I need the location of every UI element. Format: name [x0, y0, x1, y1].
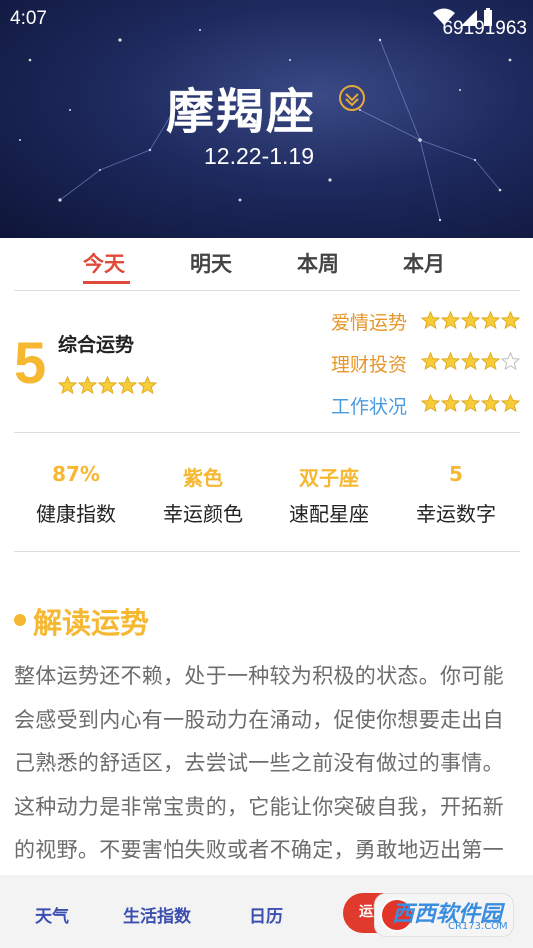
overall-stars: [58, 376, 157, 395]
watermark-subtext: CR173.COM: [448, 921, 508, 932]
status-time: 4:07: [10, 8, 47, 29]
star-filled-icon: [98, 376, 117, 395]
star-filled-icon: [441, 311, 460, 330]
star-filled-icon: [421, 394, 440, 413]
star-filled-icon: [501, 311, 520, 330]
active-tab-indicator: [83, 281, 130, 284]
zodiac-sign-title[interactable]: 摩羯座: [166, 72, 316, 142]
match-sign-value: 双子座: [299, 466, 359, 490]
work-fortune-label: 工作状况: [331, 396, 408, 418]
star-filled-icon: [441, 394, 460, 413]
star-filled-icon: [441, 352, 460, 371]
star-filled-icon: [421, 311, 440, 330]
finance-fortune-stars: [421, 352, 520, 371]
finance-fortune-label: 理财投资: [331, 354, 408, 376]
nav-calendar[interactable]: 日历: [249, 902, 283, 927]
star-filled-icon: [461, 352, 480, 371]
status-bar: 4:07 69191963: [0, 0, 533, 44]
star-filled-icon: [138, 376, 157, 395]
overall-label: 综合运势: [58, 334, 135, 356]
star-filled-icon: [501, 394, 520, 413]
section-bullet-icon: [14, 614, 26, 626]
star-filled-icon: [461, 394, 480, 413]
star-filled-icon: [58, 376, 77, 395]
nav-weather[interactable]: 天气: [35, 902, 69, 927]
star-filled-icon: [481, 311, 500, 330]
tab-today[interactable]: 今天: [83, 248, 125, 278]
lucky-number-value: 5: [449, 462, 463, 486]
divider: [14, 551, 520, 552]
tab-this-week[interactable]: 本周: [297, 248, 339, 278]
interpretation-body: 整体运势还不赖，处于一种较为积极的状态。你可能会感受到内心有一股动力在涌动，促使…: [14, 664, 504, 863]
star-filled-icon: [118, 376, 137, 395]
divider: [14, 432, 520, 433]
work-fortune-stars: [421, 394, 520, 413]
star-empty-icon: [501, 352, 520, 371]
star-filled-icon: [461, 311, 480, 330]
health-index-value: 87%: [52, 462, 100, 486]
chevron-down-icon[interactable]: [338, 84, 366, 112]
health-index-label: 健康指数: [36, 502, 116, 526]
period-tabs: 今天 明天 本周 本月: [0, 238, 533, 290]
divider: [14, 290, 520, 291]
star-filled-icon: [78, 376, 97, 395]
match-sign-label: 速配星座: [289, 502, 369, 526]
lucky-color-label: 幸运颜色: [163, 502, 243, 526]
star-filled-icon: [481, 394, 500, 413]
overall-score: 5: [14, 331, 47, 396]
nav-life-index[interactable]: 生活指数: [123, 902, 191, 927]
lucky-color-value: 紫色: [183, 466, 223, 490]
header-banner: 4:07 69191963 摩羯座 12.22-1.19: [0, 0, 533, 238]
love-fortune-stars: [421, 311, 520, 330]
interpretation-title: 解读运势: [33, 606, 150, 640]
love-fortune-label: 爱情运势: [331, 312, 408, 334]
lucky-number-label: 幸运数字: [416, 502, 496, 526]
zodiac-date-range: 12.22-1.19: [204, 143, 314, 169]
tab-this-month[interactable]: 本月: [403, 248, 445, 278]
star-filled-icon: [421, 352, 440, 371]
status-id-text: 69191963: [442, 18, 527, 39]
tab-tomorrow[interactable]: 明天: [190, 248, 232, 278]
star-filled-icon: [481, 352, 500, 371]
